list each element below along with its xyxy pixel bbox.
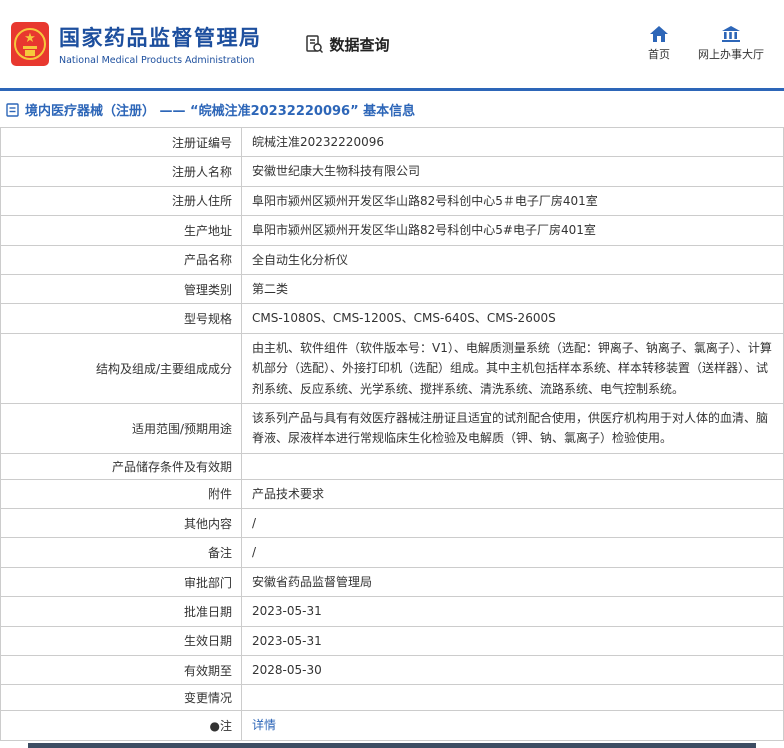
table-row: 备注 / (0, 537, 784, 568)
row-label: 附件 (0, 478, 242, 510)
top-nav: 首页 网上办事大厅 (648, 26, 764, 62)
home-icon (650, 26, 668, 42)
nav-service-hall[interactable]: 网上办事大厅 (698, 26, 764, 62)
row-label: 管理类别 (0, 273, 242, 305)
brand-text: 国家药品监督管理局 National Medical Products Admi… (59, 22, 262, 66)
row-label: 生产地址 (0, 215, 242, 246)
row-label: 变更情况 (0, 684, 242, 712)
row-label: 结构及组成/主要组成成分 (0, 332, 242, 404)
org-name-en: National Medical Products Administration (59, 55, 255, 66)
data-query-button[interactable]: 数据查询 (304, 34, 390, 55)
table-row: 结构及组成/主要组成成分 由主机、软件组件（软件版本号：V1）、电解质测量系统（… (0, 332, 784, 404)
nav-home-label: 首页 (648, 48, 670, 61)
table-row: 附件 产品技术要求 (0, 478, 784, 510)
table-row: 注册人名称 安徽世纪康大生物科技有限公司 (0, 156, 784, 187)
table-row: 变更情况 (0, 684, 784, 712)
national-emblem-icon: ★ (11, 22, 49, 66)
row-value: / (241, 508, 784, 539)
row-label: 有效期至 (0, 655, 242, 686)
row-value (241, 684, 784, 712)
table-row: 审批部门 安徽省药品监督管理局 (0, 566, 784, 598)
row-value: 详情 (241, 710, 784, 741)
row-label: 适用范围/预期用途 (0, 402, 242, 454)
row-label: 生效日期 (0, 625, 242, 657)
row-label: ●注 (0, 710, 242, 741)
row-value: 皖械注准20232220096 (241, 126, 784, 158)
document-icon (6, 102, 19, 117)
svg-text:★: ★ (24, 31, 36, 46)
table-row: 适用范围/预期用途 该系列产品与具有有效医疗器械注册证且适宜的试剂配合使用，供医… (0, 402, 784, 454)
row-value: 全自动生化分析仪 (241, 244, 784, 275)
row-value: 由主机、软件组件（软件版本号：V1）、电解质测量系统（选配：钾离子、钠离子、氯离… (241, 332, 784, 404)
table-row: 有效期至 2028-05-30 (0, 655, 784, 686)
row-label: 注册人住所 (0, 185, 242, 217)
table-row: 产品储存条件及有效期 (0, 452, 784, 480)
footer-strip (28, 742, 756, 748)
page-title-text: 境内医疗器械（注册） —— “皖械注准20232220096” 基本信息 (25, 104, 416, 119)
row-label: 其他内容 (0, 508, 242, 539)
building-icon (722, 26, 740, 42)
org-name-cn: 国家药品监督管理局 (59, 26, 262, 50)
row-value: 安徽省药品监督管理局 (241, 566, 784, 598)
page-title: 境内医疗器械（注册） —— “皖械注准20232220096” 基本信息 (0, 91, 784, 127)
table-row: 型号规格 CMS-1080S、CMS-1200S、CMS-640S、CMS-26… (0, 303, 784, 334)
site-header: ★ 国家药品监督管理局 National Medical Products Ad… (0, 0, 784, 88)
row-value: 阜阳市颍州区颍州开发区华山路82号科创中心5#电子厂房401室 (241, 215, 784, 246)
row-value: 阜阳市颍州区颍州开发区华山路82号科创中心5＃电子厂房401室 (241, 185, 784, 217)
detail-link[interactable]: 详情 (252, 718, 276, 732)
row-label: 批准日期 (0, 596, 242, 627)
table-row: 其他内容 / (0, 508, 784, 539)
row-label: 审批部门 (0, 566, 242, 598)
table-row: 注册人住所 阜阳市颍州区颍州开发区华山路82号科创中心5＃电子厂房401室 (0, 185, 784, 217)
row-value: 2028-05-30 (241, 655, 784, 686)
nav-home[interactable]: 首页 (648, 26, 670, 62)
row-label: 备注 (0, 537, 242, 568)
row-value: CMS-1080S、CMS-1200S、CMS-640S、CMS-2600S (241, 303, 784, 334)
row-label: 注册证编号 (0, 126, 242, 158)
row-value: 产品技术要求 (241, 478, 784, 510)
row-label: 产品名称 (0, 244, 242, 275)
data-query-icon (305, 35, 323, 54)
row-value: 2023-05-31 (241, 596, 784, 627)
table-row: ●注 详情 (0, 710, 784, 741)
row-value (241, 452, 784, 480)
table-row: 管理类别 第二类 (0, 273, 784, 305)
row-value: 安徽世纪康大生物科技有限公司 (241, 156, 784, 187)
row-value: / (241, 537, 784, 568)
table-row: 批准日期 2023-05-31 (0, 596, 784, 627)
row-value: 2023-05-31 (241, 625, 784, 657)
table-row: 注册证编号 皖械注准20232220096 (0, 126, 784, 158)
row-label: 产品储存条件及有效期 (0, 452, 242, 480)
row-value: 该系列产品与具有有效医疗器械注册证且适宜的试剂配合使用，供医疗机构用于对人体的血… (241, 402, 784, 454)
row-label: 注册人名称 (0, 156, 242, 187)
brand: ★ 国家药品监督管理局 National Medical Products Ad… (10, 21, 262, 67)
registration-info-table: 注册证编号 皖械注准20232220096 注册人名称 安徽世纪康大生物科技有限… (0, 126, 784, 741)
table-row: 生效日期 2023-05-31 (0, 625, 784, 657)
table-row: 产品名称 全自动生化分析仪 (0, 244, 784, 275)
data-query-label: 数据查询 (329, 35, 390, 54)
row-label: 型号规格 (0, 303, 242, 334)
row-value: 第二类 (241, 273, 784, 305)
table-row: 生产地址 阜阳市颍州区颍州开发区华山路82号科创中心5#电子厂房401室 (0, 215, 784, 246)
nav-service-hall-label: 网上办事大厅 (698, 48, 764, 61)
